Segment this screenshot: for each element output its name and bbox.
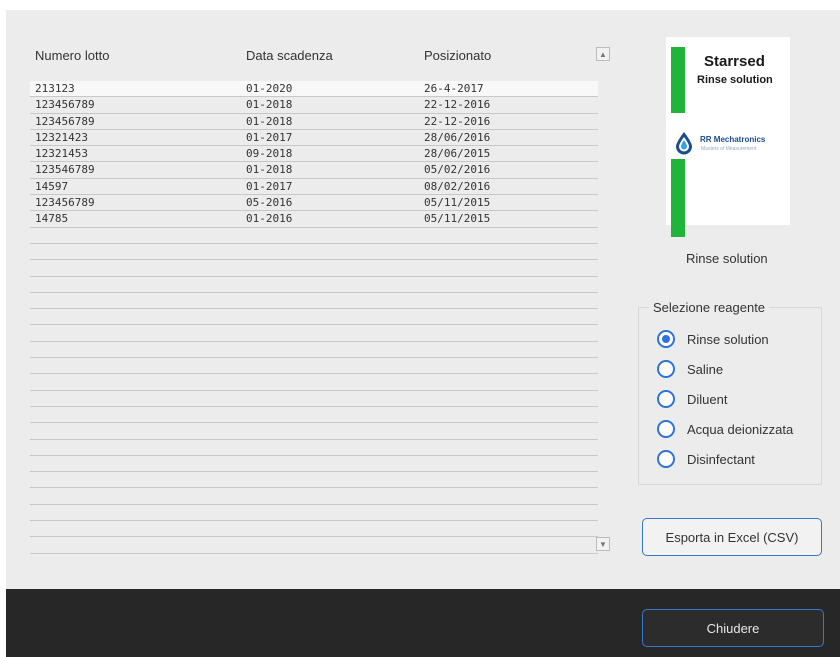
- table-row[interactable]: [30, 391, 598, 407]
- table-cell: 01-2018: [246, 114, 293, 128]
- table-row[interactable]: [30, 407, 598, 424]
- radio-button[interactable]: [657, 360, 675, 378]
- column-header-positioned[interactable]: Posizionato: [424, 48, 491, 63]
- table-row[interactable]: 123546789 01-2018 05/02/2016: [30, 162, 598, 179]
- table-row[interactable]: 12321423 01-2017 28/06/2016: [30, 130, 598, 147]
- selected-product-label: Rinse solution: [686, 251, 768, 266]
- table-cell: 28/06/2015: [424, 147, 491, 161]
- logo-green-band-bottom: [671, 159, 685, 237]
- table-row[interactable]: [30, 277, 598, 293]
- table-row[interactable]: 213123 01-2020 26-4-2017: [30, 81, 598, 98]
- table-row[interactable]: [30, 488, 598, 505]
- table-cell: 26-4-2017: [424, 82, 484, 95]
- water-drop-icon: [676, 132, 692, 155]
- footer-bar: Chiudere: [6, 589, 840, 657]
- table-cell: 01-2018: [246, 163, 293, 177]
- table-cell: 123456789: [35, 196, 95, 210]
- scroll-up-arrow-icon[interactable]: ▲: [596, 47, 610, 61]
- column-header-expiry-date[interactable]: Data scadenza: [246, 48, 333, 63]
- table-row[interactable]: [30, 244, 598, 261]
- table-cell: 05/11/2015: [424, 212, 491, 226]
- logo-green-band-top: [671, 47, 685, 113]
- table-cell: 213123: [35, 82, 75, 95]
- table-cell: 12321453: [35, 147, 88, 161]
- table-cell: 22-12-2016: [424, 98, 491, 112]
- radio-option-deionized-water[interactable]: Acqua deionizzata: [657, 418, 793, 440]
- radio-option-disinfectant[interactable]: Disinfectant: [657, 448, 755, 470]
- table-row[interactable]: 123456789 01-2018 22-12-2016: [30, 114, 598, 130]
- table-cell: 09-2018: [246, 147, 293, 161]
- table-cell: 01-2017: [246, 130, 293, 144]
- table-row[interactable]: [30, 228, 598, 244]
- logo-brand: RR Mechatronics: [700, 135, 766, 144]
- column-header-lot-number[interactable]: Numero lotto: [35, 48, 109, 63]
- table-row[interactable]: [30, 374, 598, 391]
- radio-button[interactable]: [657, 390, 675, 408]
- table-row[interactable]: [30, 423, 598, 440]
- table-row[interactable]: [30, 293, 598, 310]
- table-cell: 14597: [35, 179, 69, 193]
- table-row[interactable]: [30, 472, 598, 489]
- table-cell: 123546789: [35, 163, 95, 177]
- radio-button[interactable]: [657, 450, 675, 468]
- radio-button[interactable]: [657, 420, 675, 438]
- logo-title: Starrsed: [704, 53, 765, 70]
- table-row[interactable]: 12321453 09-2018 28/06/2015: [30, 146, 598, 163]
- table-cell: 22-12-2016: [424, 114, 491, 128]
- radio-label: Saline: [687, 361, 724, 377]
- table-row[interactable]: [30, 521, 598, 538]
- table-body: 213123 01-2020 26-4-2017 123456789 01-2018 22…: [30, 81, 598, 554]
- table-row[interactable]: [30, 342, 598, 359]
- logo-subtitle: Rinse solution: [697, 74, 773, 86]
- radio-label: Rinse solution: [687, 331, 769, 347]
- radio-option-diluent[interactable]: Diluent: [657, 388, 727, 410]
- table-cell: 05/02/2016: [424, 163, 491, 177]
- radio-button[interactable]: [657, 330, 675, 348]
- table-row[interactable]: [30, 537, 598, 554]
- logo-tagline: Masters of Measurement: [701, 146, 757, 152]
- radio-label: Disinfectant: [687, 451, 755, 467]
- table-row[interactable]: 14785 01-2016 05/11/2015: [30, 211, 598, 228]
- table-row[interactable]: 123456789 01-2018 22-12-2016: [30, 97, 598, 114]
- scroll-down-arrow-icon[interactable]: ▼: [596, 537, 610, 551]
- table-row[interactable]: [30, 505, 598, 522]
- table-cell: 01-2020: [246, 82, 293, 95]
- table-cell: 05-2016: [246, 196, 293, 210]
- radio-option-saline[interactable]: Saline: [657, 358, 723, 380]
- table-cell: 01-2016: [246, 212, 293, 226]
- table-cell: 01-2017: [246, 179, 293, 193]
- table-cell: 123456789: [35, 98, 95, 112]
- product-logo: Starrsed Rinse solution RR Mechatronics …: [666, 37, 790, 237]
- table-row[interactable]: [30, 440, 598, 456]
- radio-label: Diluent: [687, 391, 728, 407]
- table-cell: 12321423: [35, 130, 88, 144]
- table-row[interactable]: 123456789 05-2016 05/11/2015: [30, 195, 598, 212]
- radio-label: Acqua deionizzata: [687, 421, 794, 437]
- table-row[interactable]: [30, 309, 598, 326]
- table-row[interactable]: [30, 456, 598, 473]
- table-cell: 01-2018: [246, 98, 293, 112]
- reagent-selection-group: Selezione reagente Rinse solution Saline…: [638, 300, 822, 485]
- table-row[interactable]: [30, 358, 598, 375]
- table-row[interactable]: [30, 260, 598, 277]
- table-cell: 08/02/2016: [424, 179, 491, 193]
- table-row[interactable]: [30, 325, 598, 342]
- reagent-group-legend: Selezione reagente: [649, 300, 770, 315]
- radio-option-rinse-solution[interactable]: Rinse solution: [657, 328, 769, 350]
- table-header: Numero lotto Data scadenza Posizionato: [30, 36, 598, 76]
- close-button[interactable]: Chiudere: [642, 609, 824, 647]
- table-row[interactable]: 14597 01-2017 08/02/2016: [30, 179, 598, 196]
- export-csv-button[interactable]: Esporta in Excel (CSV): [642, 518, 822, 556]
- table-cell: 05/11/2015: [424, 196, 491, 210]
- table-cell: 28/06/2016: [424, 130, 491, 144]
- lot-table: Numero lotto Data scadenza Posizionato 2…: [30, 36, 598, 556]
- table-cell: 123456789: [35, 114, 95, 128]
- table-cell: 14785: [35, 212, 69, 226]
